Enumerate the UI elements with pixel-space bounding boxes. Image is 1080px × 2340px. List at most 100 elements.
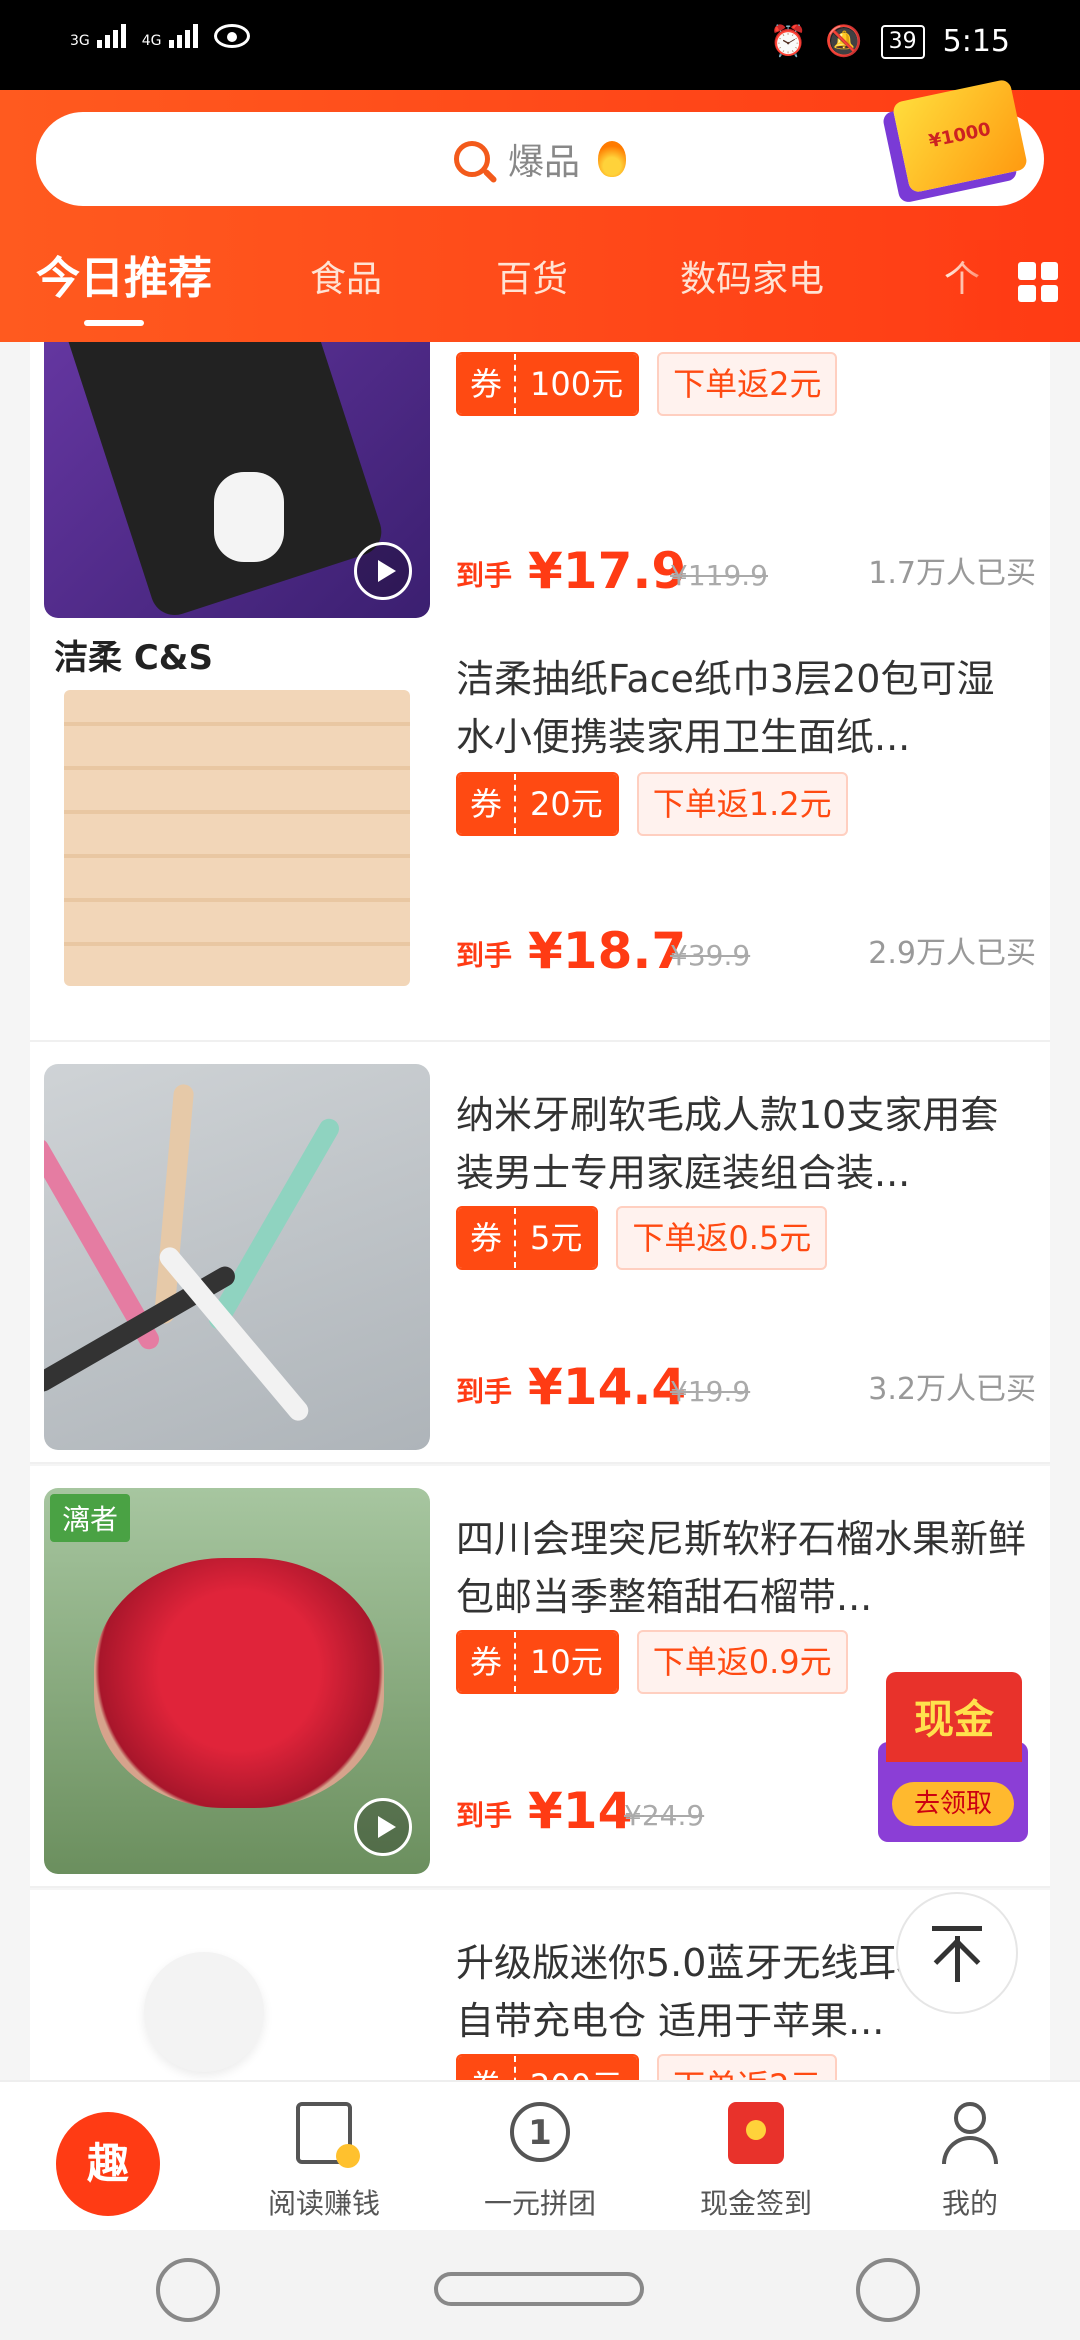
mute-icon: 🔕 — [825, 24, 863, 59]
nav-home-logo[interactable]: 趣 — [56, 2112, 160, 2216]
product-image: 漓者 — [44, 1488, 430, 1874]
product-card[interactable]: 升级版迷你5.0蓝牙无线耳机双耳自带充电仓 适用于苹果... 券 200元 下单… — [30, 1890, 1050, 2080]
product-title[interactable]: 四川会理突尼斯软籽石榴水果新鲜包邮当季整箱甜石榴带... — [456, 1510, 1026, 1626]
system-assistant-icon[interactable] — [856, 2258, 920, 2322]
coupon-value: 100元 — [514, 354, 638, 414]
coupon-value: 10元 — [514, 1632, 617, 1692]
sold-count: 2.9万人已买 — [868, 936, 1036, 971]
coupon-prefix: 券 — [458, 1632, 515, 1692]
price-prefix: 到手 — [456, 1375, 513, 1408]
user-icon — [942, 2102, 998, 2164]
price-prefix: 到手 — [456, 1799, 513, 1832]
document-coin-icon — [296, 2102, 360, 2168]
coupon-value: 200元 — [514, 2056, 638, 2080]
coupon-value: 5元 — [514, 1208, 597, 1268]
arrow-head-icon — [933, 1938, 981, 1985]
price: ¥14.4 — [528, 1358, 687, 1416]
bottom-nav: 趣 阅读赚钱 1 一元拼团 现金签到 我的 — [0, 2080, 1080, 2232]
tab-recommend[interactable]: 今日推荐 — [36, 242, 212, 306]
search-bar[interactable]: 爆品 — [36, 112, 1044, 206]
sold-count: 3.2万人已买 — [868, 1372, 1036, 1407]
nav-label: 现金签到 — [699, 2187, 812, 2220]
one-yuan-icon: 1 — [510, 2102, 570, 2162]
tab-active-indicator — [84, 320, 144, 326]
product-image — [44, 1912, 430, 2080]
rebate-tag: 下单返2元 — [657, 352, 838, 416]
product-title[interactable]: 洁柔抽纸Face纸巾3层20包可湿水小便携装家用卫生面纸... — [456, 650, 1026, 766]
tab-fade — [950, 240, 1010, 330]
cash-reward-widget[interactable]: 现金 去领取 — [878, 1672, 1028, 1842]
coupon-prefix: 券 — [458, 354, 515, 414]
tab-food[interactable]: 食品 — [310, 250, 382, 302]
coupon-prefix: 券 — [458, 2056, 515, 2080]
tab-goods[interactable]: 百货 — [496, 250, 568, 302]
signal-4g-icon: 4G — [142, 24, 198, 48]
app-header: 爆品 ¥1000 今日推荐 食品 百货 数码家电 个 — [0, 78, 1080, 342]
price: ¥14 — [528, 1782, 633, 1840]
system-nav-bar — [0, 2230, 1080, 2340]
cash-title: 现金 — [886, 1672, 1022, 1762]
category-grid-icon[interactable] — [1018, 262, 1058, 302]
product-card[interactable]: 洁柔 C&S 洁柔抽纸Face纸巾3层20包可湿水小便携装家用卫生面纸... 券… — [30, 620, 1050, 1042]
price-row: 到手 ¥18.7 ¥39.9 2.9万人已买 — [456, 920, 1036, 980]
back-to-top-icon — [932, 1926, 982, 1931]
fire-icon — [598, 141, 626, 177]
original-price: ¥119.9 — [670, 559, 768, 592]
category-tabs: 今日推荐 食品 百货 数码家电 个 — [0, 240, 1080, 330]
product-title[interactable]: 纳米牙刷软毛成人款10支家用套装男士专用家庭装组合装... — [456, 1086, 1026, 1202]
tissue-packs-image — [64, 690, 410, 986]
coupon-tag[interactable]: 券 100元 — [456, 352, 640, 416]
original-price: ¥19.9 — [670, 1375, 751, 1408]
network-3g-label: 3G — [70, 33, 90, 49]
search-icon — [453, 141, 490, 177]
battery-icon: 39 — [880, 24, 925, 59]
nav-label: 一元拼团 — [483, 2187, 596, 2220]
product-tags: 券 20元 下单返1.2元 — [456, 772, 848, 836]
claim-cash-button[interactable]: 去领取 — [892, 1782, 1014, 1826]
coupon-tag[interactable]: 券 20元 — [456, 772, 619, 836]
play-icon[interactable] — [354, 542, 412, 600]
nav-label: 我的 — [941, 2187, 998, 2220]
coupon-value: 20元 — [514, 774, 617, 834]
nav-label: 阅读赚钱 — [267, 2187, 380, 2220]
product-image — [44, 342, 430, 618]
price-prefix: 到手 — [456, 939, 513, 972]
tab-digital[interactable]: 数码家电 — [680, 250, 824, 302]
system-back-icon[interactable] — [156, 2258, 220, 2322]
price-prefix: 到手 — [456, 559, 513, 592]
play-icon[interactable] — [354, 1798, 412, 1856]
coupon-tag[interactable]: 券 10元 — [456, 1630, 619, 1694]
product-tags: 券 100元 下单返2元 — [456, 352, 838, 416]
product-tags: 券 10元 下单返0.9元 — [456, 1630, 848, 1694]
price-row: 到手 ¥17.9 ¥119.9 1.7万人已买 — [456, 540, 1036, 600]
rebate-tag: 下单返2元 — [657, 2054, 838, 2080]
toothbrush-image — [44, 1262, 239, 1396]
signal-3g-icon: 3G — [70, 24, 126, 48]
back-to-top-button[interactable] — [896, 1892, 1018, 2014]
brand-badge: 漓者 — [50, 1494, 131, 1542]
price-row: 到手 ¥14.4 ¥19.9 3.2万人已买 — [456, 1356, 1036, 1416]
product-card[interactable]: 纳米牙刷软毛成人款10支家用套装男士专用家庭装组合装... 券 5元 下单返0.… — [30, 1042, 1050, 1464]
sold-count: 1.7万人已买 — [868, 556, 1036, 591]
original-price: ¥24.9 — [624, 1799, 705, 1832]
brand-logo: 洁柔 C&S — [54, 638, 213, 678]
coupon-tag[interactable]: 券 5元 — [456, 1206, 599, 1270]
coupon-tag[interactable]: 券 200元 — [456, 2054, 640, 2080]
status-bar: 3G 4G ⏰ 🔕 39 5:15 — [0, 0, 1080, 90]
rebate-tag: 下单返1.2元 — [636, 772, 848, 836]
toothbrush-image — [205, 1115, 343, 1333]
status-left: 3G 4G — [70, 24, 250, 48]
system-home-pill[interactable] — [434, 2272, 644, 2306]
price: ¥17.9 — [528, 542, 687, 600]
rebate-tag: 下单返0.5元 — [616, 1206, 828, 1270]
rebate-tag: 下单返0.9元 — [636, 1630, 848, 1694]
product-image: 洁柔 C&S — [44, 620, 430, 1006]
product-tags: 券 200元 下单返2元 — [456, 2054, 838, 2080]
coupon-prefix: 券 — [458, 774, 515, 834]
earphone-image — [144, 1952, 264, 2072]
product-card[interactable]: 券 100元 下单返2元 到手 ¥17.9 ¥119.9 1.7万人已买 — [30, 342, 1050, 622]
search-placeholder: 爆品 — [507, 142, 580, 183]
status-time: 5:15 — [942, 24, 1010, 59]
price: ¥18.7 — [528, 922, 687, 980]
coupon-prefix: 券 — [458, 1208, 515, 1268]
